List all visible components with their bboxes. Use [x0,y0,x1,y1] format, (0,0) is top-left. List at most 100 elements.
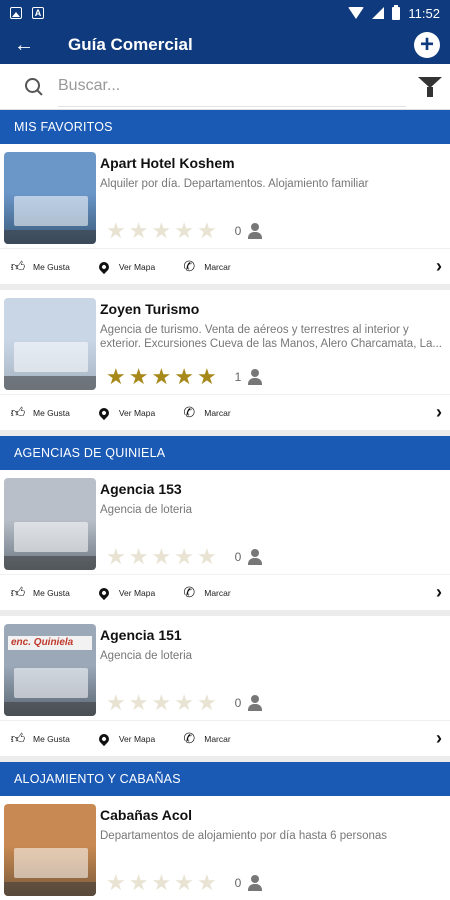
map-pin-icon [96,259,112,275]
star-icon[interactable]: ★ [197,366,217,388]
section-header: MIS FAVORITOS [0,110,450,144]
like-label: Me Gusta [33,733,70,744]
chevron-right-icon[interactable]: › [436,402,442,423]
business-name[interactable]: Agencia 153 [100,481,442,497]
star-rating[interactable]: ★ ★ ★ ★ ★ [106,692,217,714]
thumbs-up-icon: 👍︎ [10,584,26,600]
card-actions: 👍︎ Me Gusta Ver Mapa ✆ Marcar › [0,248,450,284]
view-map-label: Ver Mapa [118,261,156,272]
call-button[interactable]: ✆ Marcar [181,258,231,275]
star-icon[interactable]: ★ [151,546,171,568]
business-name[interactable]: Agencia 151 [100,627,442,643]
phone-icon: ✆ [183,584,196,600]
star-icon[interactable]: ★ [197,692,217,714]
business-card[interactable]: Cabañas Acol Departamentos de alojamient… [0,796,450,900]
rating-count: 1 [234,370,242,384]
view-map-label: Ver Mapa [118,587,156,598]
wifi-icon [348,7,365,19]
call-label: Marcar [204,261,231,272]
star-icon[interactable]: ★ [151,220,171,242]
business-card[interactable]: Apart Hotel Koshem Alquiler por día. Dep… [0,144,450,284]
star-icon[interactable]: ★ [197,872,217,894]
star-rating[interactable]: ★ ★ ★ ★ ★ [106,546,217,568]
rating: ★ ★ ★ ★ ★ 0 [106,546,263,568]
star-rating[interactable]: ★ ★ ★ ★ ★ [106,220,217,242]
person-icon [247,223,263,239]
business-photo[interactable] [4,152,96,244]
search-input[interactable] [58,66,406,107]
star-rating[interactable]: ★ ★ ★ ★ ★ [106,872,217,894]
call-button[interactable]: ✆ Marcar [181,730,231,747]
rating: ★ ★ ★ ★ ★ 0 [106,872,263,894]
star-icon[interactable]: ★ [197,220,217,242]
star-icon[interactable]: ★ [106,220,126,242]
page-title: Guía Comercial [68,35,193,54]
star-icon[interactable]: ★ [129,692,149,714]
business-name[interactable]: Cabañas Acol [100,807,442,823]
view-map-button[interactable]: Ver Mapa [96,405,155,421]
star-icon[interactable]: ★ [106,692,126,714]
star-rating[interactable]: ★ ★ ★ ★ ★ [106,366,217,388]
content-list: MIS FAVORITOS Apart Hotel Koshem Alquile… [0,110,450,900]
rating-count: 0 [234,696,242,710]
rating: ★ ★ ★ ★ ★ 0 [106,220,263,242]
business-name[interactable]: Zoyen Turismo [100,301,442,317]
like-button[interactable]: 👍︎ Me Gusta [10,584,70,601]
like-label: Me Gusta [33,407,70,418]
person-icon [247,369,263,385]
chevron-right-icon[interactable]: › [436,582,442,603]
add-icon[interactable]: + [414,32,440,58]
rating: ★ ★ ★ ★ ★ 1 [106,366,263,388]
star-icon[interactable]: ★ [106,872,126,894]
star-icon[interactable]: ★ [151,366,171,388]
clock: 11:52 [408,5,440,21]
business-photo[interactable] [4,478,96,570]
status-bar: A 11:52 [0,0,450,26]
business-card[interactable]: Agencia 153 Agencia de loteria ★ ★ ★ ★ ★ 0 👍… [0,470,450,610]
star-icon[interactable]: ★ [174,546,194,568]
business-card[interactable]: enc. Quiniela Agencia 151 Agencia de lot… [0,616,450,756]
like-button[interactable]: 👍︎ Me Gusta [10,404,70,421]
star-icon[interactable]: ★ [106,546,126,568]
star-icon[interactable]: ★ [174,366,194,388]
thumbs-up-icon: 👍︎ [10,730,26,746]
call-label: Marcar [204,733,231,744]
star-icon[interactable]: ★ [197,546,217,568]
back-arrow-icon[interactable]: ← [14,34,54,57]
business-card[interactable]: Zoyen Turismo Agencia de turismo. Venta … [0,290,450,430]
business-description: Alquiler por día. Departamentos. Alojami… [100,178,369,190]
chevron-right-icon[interactable]: › [436,256,442,277]
card-actions: 👍︎ Me Gusta Ver Mapa ✆ Marcar › [0,574,450,610]
star-icon[interactable]: ★ [151,872,171,894]
star-icon[interactable]: ★ [129,220,149,242]
rating-count: 0 [234,876,242,890]
section-header: AGENCIAS DE QUINIELA [0,436,450,470]
view-map-label: Ver Mapa [118,733,156,744]
star-icon[interactable]: ★ [151,692,171,714]
star-icon[interactable]: ★ [129,366,149,388]
view-map-button[interactable]: Ver Mapa [96,259,155,275]
star-icon[interactable]: ★ [174,872,194,894]
star-icon[interactable]: ★ [129,546,149,568]
view-map-button[interactable]: Ver Mapa [96,731,155,747]
business-photo[interactable] [4,804,96,896]
signal-icon [372,7,385,19]
like-button[interactable]: 👍︎ Me Gusta [10,730,70,747]
phone-icon: ✆ [183,404,196,420]
call-button[interactable]: ✆ Marcar [181,404,230,421]
business-photo[interactable] [4,298,96,390]
business-description: Agencia de loteria [100,504,193,516]
call-button[interactable]: ✆ Marcar [181,584,230,601]
chevron-right-icon[interactable]: › [436,728,442,749]
filter-icon[interactable] [418,75,442,99]
business-photo[interactable]: enc. Quiniela [4,624,96,716]
star-icon[interactable]: ★ [174,220,194,242]
view-map-button[interactable]: Ver Mapa [96,585,155,601]
star-icon[interactable]: ★ [174,692,194,714]
star-icon[interactable]: ★ [106,366,126,388]
business-name[interactable]: Apart Hotel Koshem [100,155,442,171]
thumbs-up-icon: 👍︎ [10,404,26,420]
like-button[interactable]: 👍︎ Me Gusta [10,258,70,275]
map-pin-icon [96,585,112,601]
star-icon[interactable]: ★ [129,872,149,894]
